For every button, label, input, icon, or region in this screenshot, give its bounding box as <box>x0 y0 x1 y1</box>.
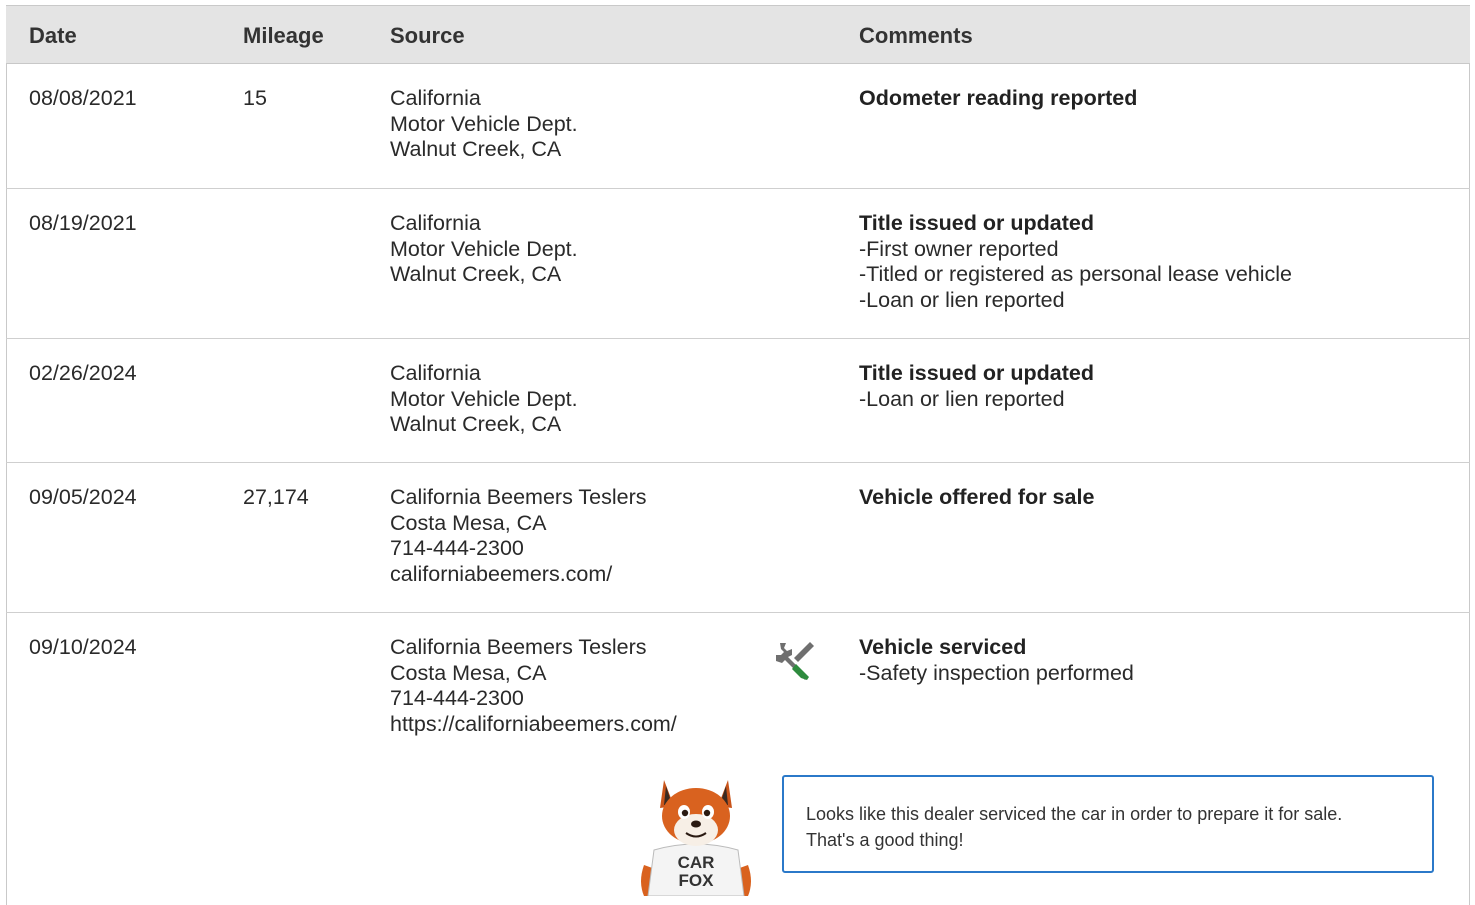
source-line: Walnut Creek, CA <box>390 412 562 436</box>
comment-detail: Loan or lien reported <box>859 387 1094 413</box>
source-line: Motor Vehicle Dept. <box>390 111 578 136</box>
source-line: California <box>390 86 481 110</box>
header-source: Source <box>390 23 465 48</box>
source-line: California Beemers Teslers <box>390 485 647 509</box>
row-comments: Vehicle serviced Safety inspection perfo… <box>859 635 1134 686</box>
row-date: 08/08/2021 <box>29 86 137 110</box>
source-line: 714-444-2300 <box>390 536 524 560</box>
row-source: California Beemers Teslers Costa Mesa, C… <box>390 635 677 737</box>
comment-title: Vehicle serviced <box>859 635 1027 659</box>
header-mileage: Mileage <box>243 23 324 48</box>
source-line: Walnut Creek, CA <box>390 262 562 286</box>
source-line: Costa Mesa, CA <box>390 510 547 535</box>
shirt-text-line1: CAR <box>678 853 715 872</box>
row-source: California Motor Vehicle Dept. Walnut Cr… <box>390 211 578 288</box>
comment-detail: Loan or lien reported <box>859 288 1292 314</box>
source-link[interactable]: https://californiabeemers.com/ <box>390 712 677 738</box>
source-line: California <box>390 361 481 385</box>
row-date: 09/05/2024 <box>29 485 137 509</box>
source-line: Walnut Creek, CA <box>390 137 562 161</box>
row-date: 02/26/2024 <box>29 361 137 385</box>
row-comments: Title issued or updated First owner repo… <box>859 211 1292 313</box>
row-date: 09/10/2024 <box>29 635 137 659</box>
row-mileage: 15 <box>243 86 267 110</box>
row-comments: Title issued or updated Loan or lien rep… <box>859 361 1094 412</box>
row-mileage: 27,174 <box>243 485 309 509</box>
comment-title: Odometer reading reported <box>859 86 1138 110</box>
row-date: 08/19/2021 <box>29 211 137 235</box>
tip-line: That's a good thing! <box>806 830 964 850</box>
table-row: 02/26/2024 California Motor Vehicle Dept… <box>6 339 1470 463</box>
tip-line: Looks like this dealer serviced the car … <box>806 804 1343 824</box>
carfox-tip-callout: Looks like this dealer serviced the car … <box>782 775 1434 873</box>
comment-detail: Titled or registered as personal lease v… <box>859 262 1292 288</box>
table-header: Date Mileage Source Comments <box>6 6 1470 64</box>
header-date: Date <box>29 23 77 48</box>
comment-title: Title issued or updated <box>859 211 1094 235</box>
source-line: Costa Mesa, CA <box>390 660 547 685</box>
comment-detail: First owner reported <box>859 237 1292 263</box>
shirt-text-line2: FOX <box>679 871 715 890</box>
comment-title: Title issued or updated <box>859 361 1094 385</box>
row-source: California Beemers Teslers Costa Mesa, C… <box>390 485 647 587</box>
source-line: Motor Vehicle Dept. <box>390 386 578 411</box>
row-source: California Motor Vehicle Dept. Walnut Cr… <box>390 361 578 438</box>
source-line: Motor Vehicle Dept. <box>390 236 578 261</box>
comment-detail: Safety inspection performed <box>859 661 1134 687</box>
row-comments: Vehicle offered for sale <box>859 485 1094 511</box>
source-line: California <box>390 211 481 235</box>
source-line: California Beemers Teslers <box>390 635 647 659</box>
table-row: 09/10/2024 California Beemers Teslers Co… <box>6 613 1470 763</box>
source-line: 714-444-2300 <box>390 686 524 710</box>
row-comments: Odometer reading reported <box>859 86 1137 112</box>
table-row: 09/05/2024 27,174 California Beemers Tes… <box>6 463 1470 613</box>
header-comments: Comments <box>859 23 973 48</box>
row-source: California Motor Vehicle Dept. Walnut Cr… <box>390 86 578 163</box>
table-row: 08/08/2021 15 California Motor Vehicle D… <box>6 64 1470 189</box>
table-row: 08/19/2021 California Motor Vehicle Dept… <box>6 189 1470 339</box>
source-link[interactable]: californiabeemers.com/ <box>390 562 647 588</box>
wrench-screwdriver-icon <box>776 642 814 680</box>
comment-title: Vehicle offered for sale <box>859 485 1095 509</box>
carfox-mascot: CAR FOX <box>641 780 751 896</box>
